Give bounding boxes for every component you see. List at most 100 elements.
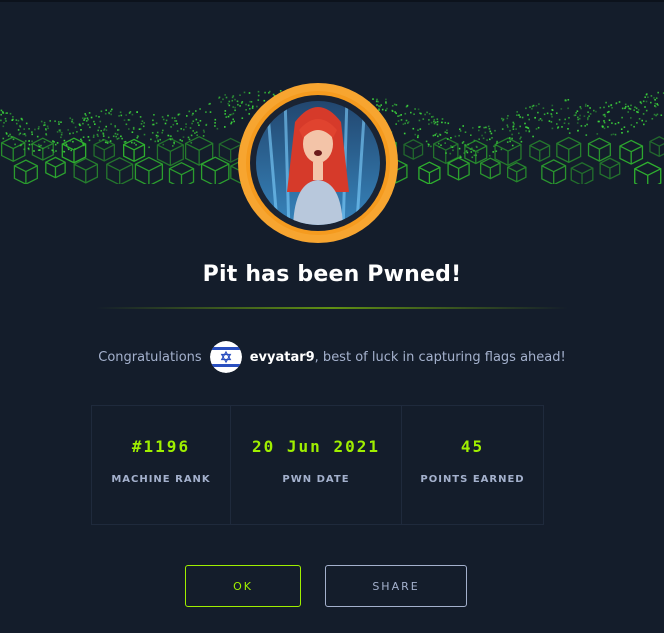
banner-dot — [417, 134, 419, 137]
username-link[interactable]: evyatar9 — [250, 350, 315, 365]
banner-dot — [436, 123, 439, 126]
banner-dot — [543, 113, 546, 116]
stat-pwn-date: 20 Jun 2021 PWN DATE — [231, 406, 402, 524]
banner-dot — [191, 114, 194, 116]
banner-dot — [446, 129, 448, 132]
banner-dot — [60, 136, 62, 139]
banner-dot — [28, 128, 30, 130]
banner-dot — [33, 150, 35, 152]
banner-dot — [634, 106, 636, 108]
banner-dot — [38, 143, 40, 146]
banner-dot — [444, 142, 446, 144]
share-button[interactable]: SHARE — [325, 565, 467, 607]
banner-dot — [509, 140, 511, 143]
banner-dot — [538, 103, 540, 105]
banner-dot — [17, 129, 20, 131]
banner-dot — [603, 120, 605, 122]
banner-dot — [428, 143, 430, 146]
banner-dot — [610, 104, 613, 106]
banner-dot — [520, 136, 522, 139]
banner-cube — [634, 161, 662, 184]
banner-dot — [459, 130, 462, 132]
banner-dot — [494, 129, 496, 132]
banner-dot — [229, 114, 231, 116]
banner-dot — [461, 142, 464, 144]
banner-dot — [131, 113, 134, 116]
banner-dot — [132, 128, 135, 130]
banner-dot — [120, 135, 122, 138]
banner-dot — [660, 114, 663, 116]
banner-dot — [473, 154, 476, 157]
banner-dot — [5, 133, 8, 135]
banner-dot — [595, 110, 597, 113]
banner-dot — [531, 108, 533, 110]
banner-cube — [587, 137, 611, 162]
banner-dot — [98, 126, 100, 129]
banner-dot — [518, 114, 520, 116]
banner-dot — [603, 121, 606, 124]
ok-button[interactable]: OK — [185, 565, 301, 607]
banner-dot — [23, 128, 25, 130]
banner-dot — [489, 130, 492, 133]
banner-dot — [9, 112, 12, 115]
banner-dot — [34, 128, 36, 131]
congrats-prefix: Congratulations — [98, 349, 202, 365]
banner-dot — [154, 140, 157, 143]
banner-dot — [546, 112, 549, 115]
banner-dot — [422, 118, 425, 120]
banner-dot — [519, 125, 521, 128]
banner-dot — [59, 129, 62, 131]
banner-dot — [568, 132, 571, 134]
banner-dot — [625, 106, 627, 108]
banner-dot — [234, 98, 236, 101]
banner-dot — [516, 111, 518, 113]
banner-dot — [404, 122, 406, 125]
banner-dot — [437, 135, 439, 138]
banner-dot — [9, 133, 11, 136]
banner-dot — [568, 117, 570, 119]
banner-dot — [511, 133, 513, 136]
banner-dot — [611, 107, 613, 109]
banner-dot — [532, 104, 535, 107]
banner-dot — [105, 109, 107, 111]
banner-dot — [177, 114, 180, 116]
banner-dot — [118, 115, 120, 117]
banner-dot — [214, 118, 217, 121]
banner-dot — [414, 133, 417, 136]
banner-dot — [140, 123, 143, 125]
banner-dot — [190, 142, 193, 144]
banner-dot — [105, 125, 107, 128]
banner-dot — [506, 124, 509, 126]
banner-dot — [653, 113, 656, 116]
banner-dot — [585, 134, 588, 136]
banner-dot — [123, 141, 126, 143]
banner-dot — [602, 125, 604, 128]
banner-dot — [491, 137, 493, 139]
banner-cube — [31, 137, 54, 161]
banner-dot — [623, 126, 626, 128]
banner-dot — [488, 155, 491, 157]
banner-dot — [139, 116, 142, 118]
banner-dot — [512, 126, 514, 128]
banner-cube — [45, 156, 66, 179]
banner-dot — [580, 107, 582, 110]
banner-dot — [541, 119, 543, 122]
banner-dot — [61, 131, 63, 134]
banner-dot — [67, 148, 70, 151]
banner-dot — [108, 111, 110, 114]
banner-dot — [18, 133, 21, 136]
banner-dot — [202, 129, 205, 132]
banner-dot — [59, 130, 61, 133]
banner-dot — [93, 120, 95, 123]
banner-dot — [197, 122, 199, 124]
banner-dot — [99, 120, 102, 123]
banner-dot — [82, 117, 84, 119]
banner-dot — [584, 125, 586, 127]
banner-dot — [104, 141, 107, 144]
banner-dot — [478, 129, 480, 132]
banner-dot — [516, 114, 518, 116]
banner-dot — [88, 139, 91, 142]
banner-dot — [551, 116, 553, 118]
banner-dot — [192, 120, 195, 122]
banner-dot — [143, 122, 145, 124]
